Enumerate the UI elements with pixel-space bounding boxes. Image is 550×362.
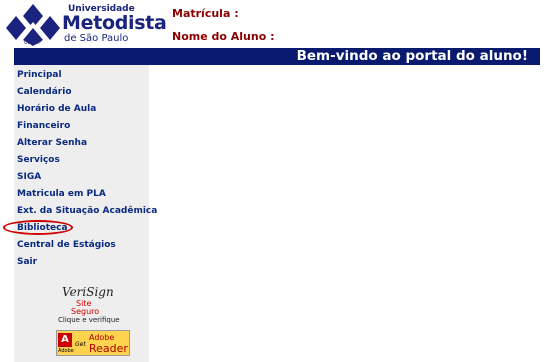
get-adobe-reader-button[interactable]: A Adobe Get Adobe Reader	[56, 330, 130, 356]
highlight-circle	[3, 220, 73, 235]
sidebar-item-ext-situacao[interactable]: Ext. da Situação Acadêmica	[17, 206, 157, 216]
matricula-label: Matrícula :	[172, 7, 239, 20]
sidebar-item-central-estagios[interactable]: Central de Estágios	[17, 240, 116, 250]
logo-line2: Metodista	[62, 12, 167, 34]
sidebar-item-siga[interactable]: SIGA	[17, 172, 41, 182]
sidebar-item-matricula-pla[interactable]: Matricula em PLA	[17, 189, 106, 199]
sidebar-item-alterar-senha[interactable]: Alterar Senha	[17, 138, 87, 148]
sidebar-item-financeiro[interactable]: Financeiro	[17, 121, 70, 131]
university-logo[interactable]: Universidade Metodista de São Paulo UMES…	[6, 2, 167, 46]
header: Universidade Metodista de São Paulo UMES…	[0, 0, 550, 48]
adobe-brand: Adobe	[89, 333, 115, 342]
sidebar-item-principal[interactable]: Principal	[17, 70, 62, 80]
sidebar-item-horario[interactable]: Horário de Aula	[17, 104, 96, 114]
verisign-caption: Clique e verifique	[58, 316, 120, 324]
welcome-banner: Bem-vindo ao portal do aluno!	[14, 48, 540, 65]
sidebar-item-sair[interactable]: Sair	[17, 257, 37, 267]
adobe-get: Get	[75, 341, 86, 348]
verisign-seguro: Seguro	[71, 307, 100, 316]
verisign-seal[interactable]: VeriSign Site Seguro Clique e verifique	[58, 285, 138, 325]
adobe-reader: Reader	[89, 342, 128, 355]
sidebar-item-calendario[interactable]: Calendário	[17, 87, 72, 97]
logo-line3: de São Paulo	[64, 33, 129, 44]
sidebar-item-servicos[interactable]: Serviços	[17, 155, 60, 165]
logo-mark-text: UMESP	[24, 40, 42, 46]
adobe-vendor: Adobe	[58, 348, 74, 354]
adobe-logo-icon: A	[58, 333, 72, 347]
verisign-name: VeriSign	[62, 285, 114, 299]
nome-aluno-label: Nome do Aluno :	[172, 30, 275, 43]
